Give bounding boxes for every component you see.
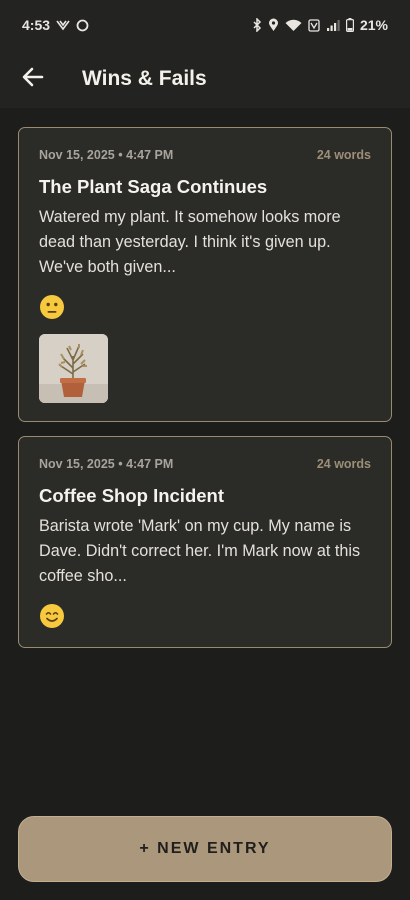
entry-title: Coffee Shop Incident [39, 485, 224, 506]
entry-card[interactable]: Nov 15, 2025 • 4:47 PM 24 words Coffee S… [18, 436, 392, 648]
new-entry-button[interactable]: + NEW ENTRY [18, 816, 392, 882]
arrow-left-icon [22, 67, 44, 92]
app-bar: Wins & Fails [0, 50, 410, 108]
entry-card[interactable]: Nov 15, 2025 • 4:47 PM 24 words The Plan… [18, 127, 392, 422]
entry-date: Nov 15, 2025 • 4:47 PM [39, 148, 174, 162]
entry-word-count: 24 words [316, 148, 371, 162]
status-left: 4:53 [22, 17, 89, 33]
entry-preview: Barista wrote 'Mark' on my cup. My name … [39, 517, 361, 585]
entry-preview: Watered my plant. It somehow looks more … [39, 208, 341, 276]
status-right: 21% [252, 17, 388, 33]
entry-word-count: 24 words [316, 457, 371, 471]
battery-icon [345, 18, 354, 32]
page-title: Wins & Fails [82, 67, 207, 90]
volte-icon [308, 18, 320, 32]
location-icon [268, 18, 279, 32]
wifi-icon [285, 19, 302, 32]
entry-date: Nov 15, 2025 • 4:47 PM [39, 457, 174, 471]
entry-meta: Nov 15, 2025 • 4:47 PM 24 words [39, 148, 371, 162]
status-time: 4:53 [22, 17, 51, 33]
neutral-face-icon [39, 294, 65, 320]
notification-icon [56, 19, 70, 31]
entry-list: Nov 15, 2025 • 4:47 PM 24 words The Plan… [18, 127, 392, 662]
entry-title: The Plant Saga Continues [39, 176, 268, 197]
sync-circle-icon [76, 19, 89, 32]
battery-percentage: 21% [359, 17, 388, 33]
back-button[interactable] [11, 57, 55, 101]
bluetooth-icon [252, 18, 262, 32]
smiling-face-icon [39, 603, 65, 629]
entry-meta: Nov 15, 2025 • 4:47 PM 24 words [39, 457, 371, 471]
signal-icon [326, 19, 340, 32]
plant-photo-thumbnail[interactable] [39, 334, 108, 403]
status-bar: 4:53 21% [0, 0, 410, 50]
